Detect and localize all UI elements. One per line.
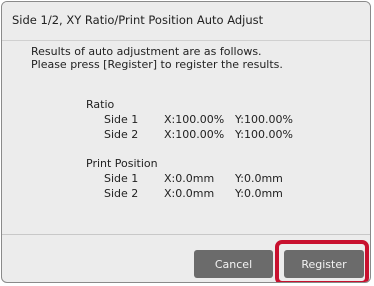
ratio-row-side-1: Side 1 X:100.00% Y:100.00% [86, 112, 293, 127]
y-ratio-value: Y:100.00% [235, 113, 293, 126]
message-line-1: Results of auto adjustment are as follow… [31, 45, 262, 58]
position-row-side-2: Side 2 X:0.0mm Y:0.0mm [86, 186, 283, 201]
side-label: Side 2 [104, 187, 139, 200]
auto-adjust-dialog: Side 1/2, XY Ratio/Print Position Auto A… [1, 1, 371, 283]
cancel-button[interactable]: Cancel [194, 250, 273, 278]
ratio-section: Ratio Side 1 X:100.00% Y:100.00% Side 2 … [86, 97, 293, 142]
side-label: Side 2 [104, 128, 139, 141]
dialog-footer: Cancel Register [2, 234, 370, 282]
x-ratio-value: X:100.00% [164, 128, 225, 141]
message-line-2: Please press [Register] to register the … [31, 58, 283, 71]
x-position-value: X:0.0mm [164, 187, 215, 200]
register-button[interactable]: Register [284, 250, 364, 278]
position-row-side-1: Side 1 X:0.0mm Y:0.0mm [86, 171, 283, 186]
ratio-row-side-2: Side 2 X:100.00% Y:100.00% [86, 127, 293, 142]
y-ratio-value: Y:100.00% [235, 128, 293, 141]
dialog-title: Side 1/2, XY Ratio/Print Position Auto A… [12, 13, 264, 27]
x-position-value: X:0.0mm [164, 172, 215, 185]
dialog-body: Results of auto adjustment are as follow… [9, 41, 363, 231]
side-label: Side 1 [104, 113, 139, 126]
side-label: Side 1 [104, 172, 139, 185]
ratio-heading: Ratio [86, 98, 115, 111]
y-position-value: Y:0.0mm [235, 187, 283, 200]
dialog-title-bar: Side 1/2, XY Ratio/Print Position Auto A… [2, 2, 370, 41]
print-position-section: Print Position Side 1 X:0.0mm Y:0.0mm Si… [86, 156, 283, 201]
result-message: Results of auto adjustment are as follow… [31, 45, 283, 71]
x-ratio-value: X:100.00% [164, 113, 225, 126]
print-position-heading: Print Position [86, 157, 158, 170]
y-position-value: Y:0.0mm [235, 172, 283, 185]
